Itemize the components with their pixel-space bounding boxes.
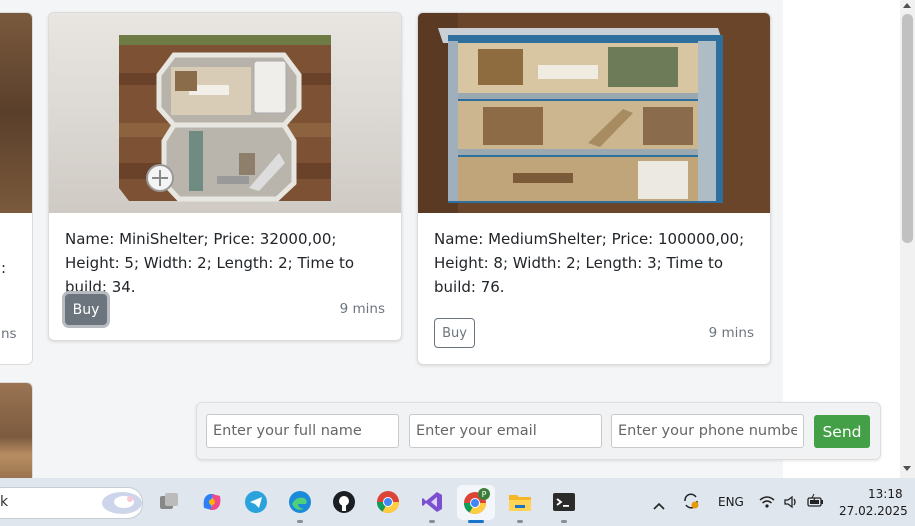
card-time: 9 mins [708,325,754,341]
order-form: Send [196,402,881,460]
scroll-up-arrow-icon[interactable] [903,3,911,8]
minishelter-image [49,13,401,213]
taskbar-active-indicator [468,520,484,523]
partial-product-card-bottom [0,382,33,478]
edge-icon[interactable] [285,487,315,517]
task-view-icon[interactable] [154,487,184,517]
email-input[interactable] [409,414,602,448]
file-explorer-icon[interactable] [505,487,535,517]
show-hidden-icons-chevron-icon[interactable] [652,496,666,515]
windows-taskbar: k P ENG 13:18 27.02.2025 [0,478,915,526]
battery-icon[interactable] [807,493,825,513]
terminal-icon[interactable] [549,487,579,517]
taskbar-running-indicator [517,520,523,523]
volume-icon[interactable] [783,494,799,513]
clock-time[interactable]: 13:18 [868,487,903,501]
product-card-minishelter: Name: MiniShelter; Price: 32000,00; Heig… [48,12,402,341]
buy-button[interactable]: Buy [65,294,107,325]
partial-product-card: : ns [0,12,33,365]
scroll-down-arrow-icon[interactable] [903,466,911,471]
scroll-thumb[interactable] [902,14,913,243]
mediumshelter-image [418,13,770,213]
chrome-profile-icon[interactable]: P [461,487,491,517]
partial-card-image-bottom [0,383,32,478]
taskbar-running-indicator [297,520,303,523]
taskbar-running-indicator [429,520,435,523]
card-description: Name: MediumShelter; Price: 100000,00; H… [434,230,745,296]
visual-studio-icon[interactable] [417,487,447,517]
copilot-icon[interactable] [197,487,227,517]
chrome-icon[interactable] [373,487,403,517]
partial-card-text: : [1,259,7,277]
wifi-icon[interactable] [759,494,775,513]
chrome-profile-badge: P [482,490,487,499]
vertical-scrollbar[interactable] [900,0,915,478]
sync-icon[interactable] [682,492,700,514]
partial-card-time: ns [1,326,17,342]
phone-input[interactable] [611,414,804,448]
taskbar-running-indicator [561,520,567,523]
search-text-fragment: k [0,494,9,510]
language-indicator[interactable]: ENG [718,495,744,509]
page-viewport: : ns Name: MiniShelter; Price: 32000,00;… [0,0,900,478]
card-description: Name: MiniShelter; Price: 32000,00; Heig… [65,230,354,296]
partial-card-image [0,13,32,213]
widgets-icon[interactable] [100,487,144,517]
product-card-mediumshelter: Name: MediumShelter; Price: 100000,00; H… [417,12,771,365]
github-icon[interactable] [329,487,359,517]
full-name-input[interactable] [206,414,399,448]
telegram-icon[interactable] [241,487,271,517]
card-time: 9 mins [339,301,385,317]
buy-button[interactable]: Buy [434,318,475,348]
clock-date[interactable]: 27.02.2025 [839,504,908,518]
send-button[interactable]: Send [814,415,870,448]
